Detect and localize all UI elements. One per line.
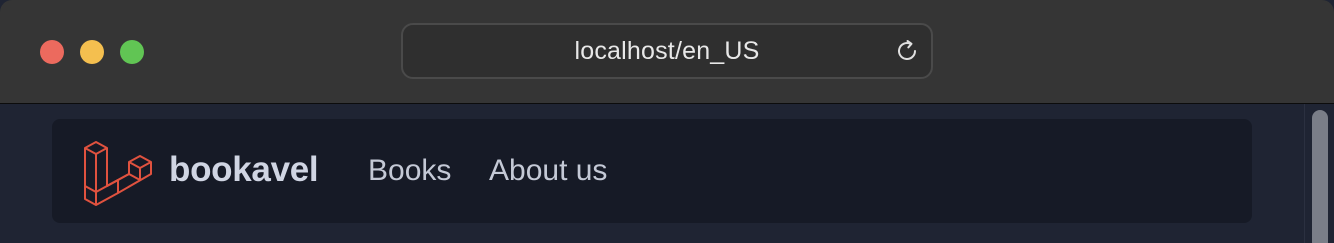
laravel-logo-icon — [84, 141, 152, 206]
url-text: localhost/en_US — [574, 36, 760, 65]
brand-name[interactable]: bookavel — [169, 150, 319, 190]
scrollbar-thumb[interactable] — [1312, 110, 1328, 243]
zoom-window-button[interactable] — [120, 40, 144, 64]
reload-icon — [898, 40, 916, 60]
page-content: bookavel Books About us — [0, 104, 1334, 243]
reload-button[interactable] — [893, 37, 921, 65]
navbar: bookavel Books About us — [52, 119, 1252, 223]
title-bar: localhost/en_US — [0, 0, 1334, 104]
browser-window: localhost/en_US bookavel Books About us — [0, 0, 1334, 243]
nav-link-about-us[interactable]: About us — [489, 154, 607, 188]
nav-link-books[interactable]: Books — [368, 154, 451, 188]
close-window-button[interactable] — [40, 40, 64, 64]
minimize-window-button[interactable] — [80, 40, 104, 64]
home-logo-link[interactable] — [82, 134, 154, 206]
address-bar[interactable]: localhost/en_US — [401, 23, 933, 79]
